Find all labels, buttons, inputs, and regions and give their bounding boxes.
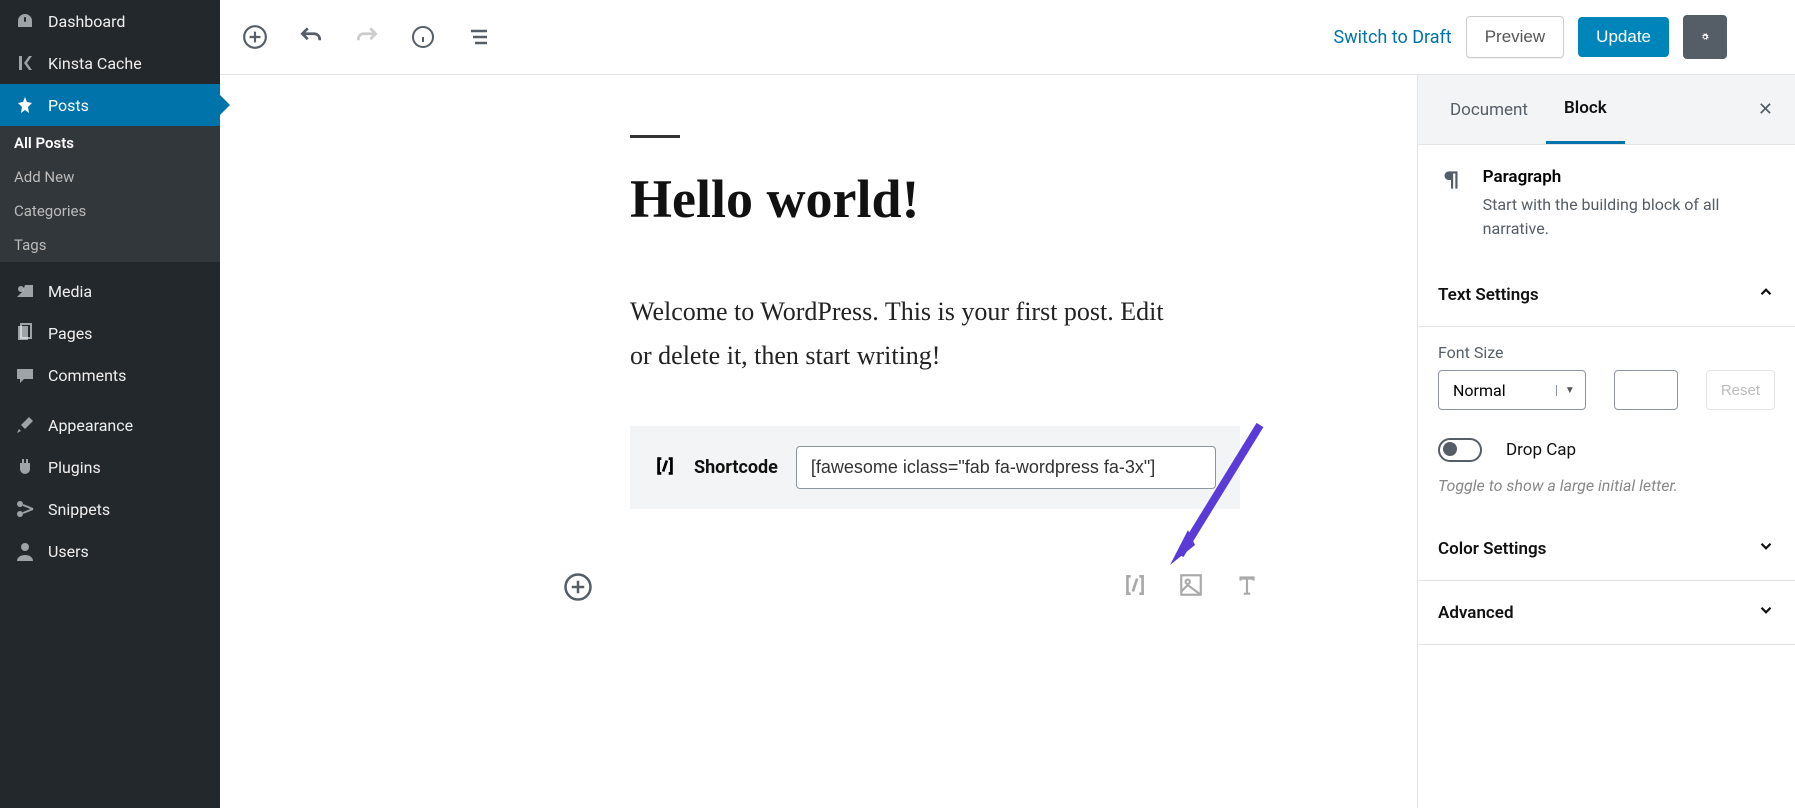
chevron-up-icon xyxy=(1757,283,1775,306)
sidebar-label: Posts xyxy=(48,96,89,115)
font-size-number-input[interactable] xyxy=(1614,370,1678,410)
advanced-header[interactable]: Advanced xyxy=(1418,581,1795,645)
font-size-reset-button[interactable]: Reset xyxy=(1706,370,1775,410)
block-appender xyxy=(560,569,1260,605)
kinsta-icon xyxy=(14,52,36,74)
sidebar-item-dashboard[interactable]: Dashboard xyxy=(0,0,220,42)
shortcode-block[interactable]: Shortcode xyxy=(630,426,1240,509)
pages-icon xyxy=(14,322,36,344)
editor-canvas[interactable]: Hello world! Welcome to WordPress. This … xyxy=(220,75,1417,808)
shortcode-icon xyxy=(654,455,676,481)
block-info: Paragraph Start with the building block … xyxy=(1418,145,1795,263)
font-size-label: Font Size xyxy=(1438,343,1775,362)
sidebar-item-snippets[interactable]: Snippets xyxy=(0,488,220,530)
sidebar-label: Plugins xyxy=(48,458,101,477)
text-settings-header[interactable]: Text Settings xyxy=(1418,263,1795,327)
shortcode-input[interactable] xyxy=(796,446,1216,489)
sidebar-sub-categories[interactable]: Categories xyxy=(0,194,220,228)
sidebar-item-media[interactable]: Media xyxy=(0,270,220,312)
gauge-icon xyxy=(14,10,36,32)
user-icon xyxy=(14,540,36,562)
post-paragraph[interactable]: Welcome to WordPress. This is your first… xyxy=(630,290,1190,378)
scissors-icon xyxy=(14,498,36,520)
sidebar-label: Dashboard xyxy=(48,12,125,31)
sidebar-item-appearance[interactable]: Appearance xyxy=(0,404,220,446)
post-title[interactable]: Hello world! xyxy=(630,168,1377,230)
chevron-down-icon xyxy=(1757,537,1775,560)
section-label: Advanced xyxy=(1438,603,1514,623)
sidebar-item-users[interactable]: Users xyxy=(0,530,220,572)
settings-button[interactable] xyxy=(1683,15,1727,59)
sidebar-label: Users xyxy=(48,542,89,561)
close-panel-button[interactable]: ✕ xyxy=(1750,99,1781,120)
sidebar-label: Media xyxy=(48,282,92,301)
switch-to-draft-link[interactable]: Switch to Draft xyxy=(1333,27,1451,48)
drop-cap-label: Drop Cap xyxy=(1506,440,1576,460)
sidebar-label: Snippets xyxy=(48,500,110,519)
plug-icon xyxy=(14,456,36,478)
drop-cap-toggle[interactable] xyxy=(1438,438,1482,462)
sidebar-item-plugins[interactable]: Plugins xyxy=(0,446,220,488)
shortcode-label: Shortcode xyxy=(694,457,778,478)
panel-tabs: Document Block ✕ xyxy=(1418,75,1795,145)
undo-button[interactable] xyxy=(294,20,328,54)
block-type-title: Paragraph xyxy=(1483,167,1775,187)
shortcode-quick-icon[interactable] xyxy=(1122,572,1148,602)
preview-button[interactable]: Preview xyxy=(1466,16,1564,58)
image-quick-icon[interactable] xyxy=(1178,572,1204,602)
drop-cap-hint: Toggle to show a large initial letter. xyxy=(1438,476,1775,495)
sidebar-label: Comments xyxy=(48,366,126,385)
editor-topbar: Switch to Draft Preview Update xyxy=(220,0,1795,75)
admin-sidebar: Dashboard Kinsta Cache Posts All Posts A… xyxy=(0,0,220,808)
paragraph-icon xyxy=(1438,167,1465,241)
text-settings-body: Font Size Normal Reset Drop Cap Toggle t… xyxy=(1418,327,1795,517)
sidebar-label: Pages xyxy=(48,324,92,343)
section-label: Color Settings xyxy=(1438,539,1546,559)
add-block-inline-button[interactable] xyxy=(560,569,596,605)
chevron-down-icon xyxy=(1757,601,1775,624)
info-button[interactable] xyxy=(406,20,440,54)
sidebar-label: Kinsta Cache xyxy=(48,54,142,73)
brush-icon xyxy=(14,414,36,436)
main-area: Switch to Draft Preview Update Hello wor… xyxy=(220,0,1795,808)
sidebar-item-pages[interactable]: Pages xyxy=(0,312,220,354)
redo-button[interactable] xyxy=(350,20,384,54)
add-block-button[interactable] xyxy=(238,20,272,54)
block-type-desc: Start with the building block of all nar… xyxy=(1483,193,1775,241)
tab-document[interactable]: Document xyxy=(1432,75,1546,144)
text-quick-icon[interactable] xyxy=(1234,572,1260,602)
update-button[interactable]: Update xyxy=(1578,17,1669,57)
sidebar-sub-allposts[interactable]: All Posts xyxy=(0,126,220,160)
sidebar-item-kinsta[interactable]: Kinsta Cache xyxy=(0,42,220,84)
sidebar-sub-tags[interactable]: Tags xyxy=(0,228,220,262)
color-settings-header[interactable]: Color Settings xyxy=(1418,517,1795,581)
settings-panel: Document Block ✕ Paragraph Start with th… xyxy=(1417,75,1795,808)
title-accent xyxy=(630,135,680,138)
sidebar-label: Appearance xyxy=(48,416,133,435)
section-label: Text Settings xyxy=(1438,285,1539,305)
sidebar-sub-addnew[interactable]: Add New xyxy=(0,160,220,194)
font-size-select[interactable]: Normal xyxy=(1438,370,1586,410)
sidebar-item-comments[interactable]: Comments xyxy=(0,354,220,396)
sidebar-item-posts[interactable]: Posts xyxy=(0,84,220,126)
outline-button[interactable] xyxy=(462,20,496,54)
more-menu-button[interactable] xyxy=(1741,15,1777,59)
pin-icon xyxy=(14,94,36,116)
tab-block[interactable]: Block xyxy=(1546,75,1625,144)
media-icon xyxy=(14,280,36,302)
comment-icon xyxy=(14,364,36,386)
